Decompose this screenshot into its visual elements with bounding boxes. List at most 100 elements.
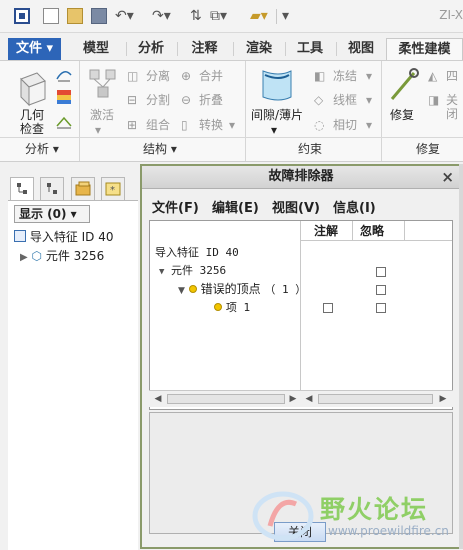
freeze-dropdown-icon[interactable]: ▾ bbox=[366, 69, 372, 83]
tangent-icon[interactable]: ◌ bbox=[314, 118, 324, 132]
separate-label[interactable]: 分离 bbox=[146, 69, 170, 83]
tab-model[interactable]: 模型 bbox=[66, 38, 126, 60]
repair-icon[interactable] bbox=[388, 67, 420, 103]
table-row-component[interactable]: ▼ 元件 3256 bbox=[159, 263, 226, 280]
undo-icon[interactable]: ↶▾ bbox=[115, 7, 134, 25]
menu-file[interactable]: 文件(F) bbox=[152, 197, 199, 216]
curve-analysis-icon[interactable] bbox=[56, 66, 72, 82]
show-dropdown-button[interactable]: 显示 (0) ▾ bbox=[14, 205, 90, 223]
menu-view[interactable]: 视图(V) bbox=[272, 197, 320, 216]
windows-switch-icon[interactable]: ⧉▾ bbox=[210, 7, 227, 25]
layer-tree-tab[interactable] bbox=[40, 177, 64, 201]
column-divider bbox=[300, 221, 301, 390]
new-file-icon[interactable] bbox=[43, 8, 59, 24]
column-header-annotate[interactable]: 注解 bbox=[314, 221, 338, 241]
tree-row-component[interactable]: ▶ ⬡ 元件 3256 bbox=[20, 248, 104, 266]
scroll-left-icon[interactable]: ◀ bbox=[150, 391, 166, 407]
wireframe-dropdown-icon[interactable]: ▾ bbox=[366, 93, 372, 107]
collapse-arrow-icon[interactable]: ▼ bbox=[159, 267, 164, 277]
activate-icon[interactable] bbox=[88, 67, 118, 103]
geometry-check-label[interactable]: 几何 检查 bbox=[20, 108, 50, 136]
close-gap-label[interactable]: 关闭 bbox=[446, 93, 463, 121]
tab-flexible-modeling[interactable]: 柔性建模 bbox=[386, 38, 463, 60]
redo-icon[interactable]: ↷▾ bbox=[152, 7, 171, 25]
freeze-label[interactable]: 冻结 bbox=[333, 69, 357, 83]
navigator-tabs: * bbox=[8, 177, 128, 201]
gap-sheet-label[interactable]: 间隙/薄片 bbox=[251, 108, 303, 122]
horizontal-scrollbar[interactable]: ◀ ▶ ◀ ▶ bbox=[149, 390, 453, 407]
tangent-dropdown-icon[interactable]: ▾ bbox=[366, 118, 372, 132]
repair-label[interactable]: 修复 bbox=[390, 108, 414, 122]
column-header-ignore[interactable]: 忽略 bbox=[360, 221, 384, 241]
split-label[interactable]: 分割 bbox=[146, 93, 170, 107]
favorites-tab[interactable]: * bbox=[101, 177, 125, 201]
group-icon[interactable]: ⊞ bbox=[127, 118, 137, 132]
folder-star-icon[interactable]: ▰▾ bbox=[250, 7, 268, 25]
tab-analysis[interactable]: 分析 bbox=[126, 38, 176, 60]
quad-label[interactable]: 四 bbox=[446, 69, 458, 83]
activate-label[interactable]: 激活 bbox=[90, 108, 114, 122]
color-map-icon[interactable] bbox=[56, 89, 72, 105]
tangent-label[interactable]: 相切 bbox=[333, 118, 357, 132]
draft-analysis-icon[interactable] bbox=[56, 114, 72, 130]
group-label-analysis[interactable]: 分析 ▾ bbox=[25, 140, 59, 157]
table-row-import-feature[interactable]: 导入特征 ID 40 bbox=[155, 245, 239, 261]
separate-icon[interactable]: ◫ bbox=[127, 69, 138, 83]
group-label-structure[interactable]: 结构 ▾ bbox=[143, 140, 177, 157]
gap-sheet-icon[interactable] bbox=[259, 67, 295, 105]
table-row-bad-vertex[interactable]: ▼ 错误的顶点 （ 1 ） bbox=[178, 281, 306, 299]
group-divider bbox=[381, 61, 382, 161]
ignore-checkbox[interactable] bbox=[376, 285, 386, 295]
table-row-label: 导入特征 ID 40 bbox=[155, 246, 239, 259]
open-folder-icon[interactable] bbox=[67, 8, 83, 24]
ignore-checkbox[interactable] bbox=[376, 303, 386, 313]
folder-browser-tab[interactable] bbox=[71, 177, 95, 201]
customize-toolbar-icon[interactable]: ▾ bbox=[282, 7, 289, 25]
quad-icon[interactable]: ◭ bbox=[428, 69, 437, 83]
group-label-repair: 修复 bbox=[416, 142, 441, 156]
scroll-thumb[interactable] bbox=[167, 394, 285, 404]
split-icon[interactable]: ⊟ bbox=[127, 93, 137, 107]
menu-info[interactable]: 信息(I) bbox=[333, 197, 376, 216]
menu-edit[interactable]: 编辑(E) bbox=[212, 197, 259, 216]
collapse-arrow-icon[interactable]: ▼ bbox=[178, 286, 185, 296]
tree-row-import-feature[interactable]: 导入特征 ID 40 bbox=[14, 229, 114, 245]
convert-label[interactable]: 转换 bbox=[199, 118, 223, 132]
group-label-constraint: 约束 bbox=[298, 142, 323, 156]
ignore-checkbox[interactable] bbox=[376, 267, 386, 277]
wireframe-label[interactable]: 线框 bbox=[333, 93, 357, 107]
tab-tools[interactable]: 工具 bbox=[285, 38, 335, 60]
geometry-check-icon[interactable] bbox=[18, 69, 48, 107]
activate-dropdown-icon[interactable]: ▾ bbox=[95, 123, 101, 137]
tab-view[interactable]: 视图 bbox=[336, 38, 386, 60]
scroll-right-icon[interactable]: ▶ bbox=[285, 391, 301, 407]
group-label[interactable]: 组合 bbox=[146, 118, 170, 132]
group-label-divider bbox=[0, 137, 463, 138]
model-tree-tab[interactable] bbox=[10, 177, 34, 201]
tab-annotation[interactable]: 注释 bbox=[177, 38, 232, 60]
close-icon[interactable]: × bbox=[441, 166, 454, 188]
close-gap-icon[interactable]: ◨ bbox=[428, 93, 439, 107]
annotate-checkbox[interactable] bbox=[323, 303, 333, 313]
convert-dropdown-icon[interactable]: ▾ bbox=[229, 118, 235, 132]
freeze-icon[interactable]: ◧ bbox=[314, 69, 325, 83]
window-icon[interactable] bbox=[14, 8, 30, 24]
scroll-thumb[interactable] bbox=[318, 394, 433, 404]
merge-icon[interactable]: ⊕ bbox=[181, 69, 191, 83]
convert-icon[interactable]: ▯ bbox=[181, 118, 188, 132]
fold-label[interactable]: 折叠 bbox=[199, 93, 223, 107]
fold-icon[interactable]: ⊖ bbox=[181, 93, 191, 107]
regenerate-icon[interactable]: ⇅ bbox=[190, 7, 202, 25]
tab-file[interactable]: 文件 ▾ bbox=[8, 38, 61, 60]
wireframe-icon[interactable]: ◇ bbox=[314, 93, 323, 107]
scroll-left-icon[interactable]: ◀ bbox=[301, 391, 317, 407]
table-row-item[interactable]: 项 1 bbox=[214, 299, 250, 316]
scroll-right-icon[interactable]: ▶ bbox=[435, 391, 451, 407]
expand-arrow-icon[interactable]: ▶ bbox=[20, 252, 28, 263]
watermark-title: 野火论坛 bbox=[320, 495, 429, 524]
save-icon[interactable] bbox=[91, 8, 107, 24]
gap-sheet-dropdown-icon[interactable]: ▾ bbox=[271, 123, 277, 137]
tab-render[interactable]: 渲染 bbox=[233, 38, 285, 60]
merge-label[interactable]: 合并 bbox=[199, 69, 223, 83]
folder-browser-icon bbox=[75, 181, 91, 196]
